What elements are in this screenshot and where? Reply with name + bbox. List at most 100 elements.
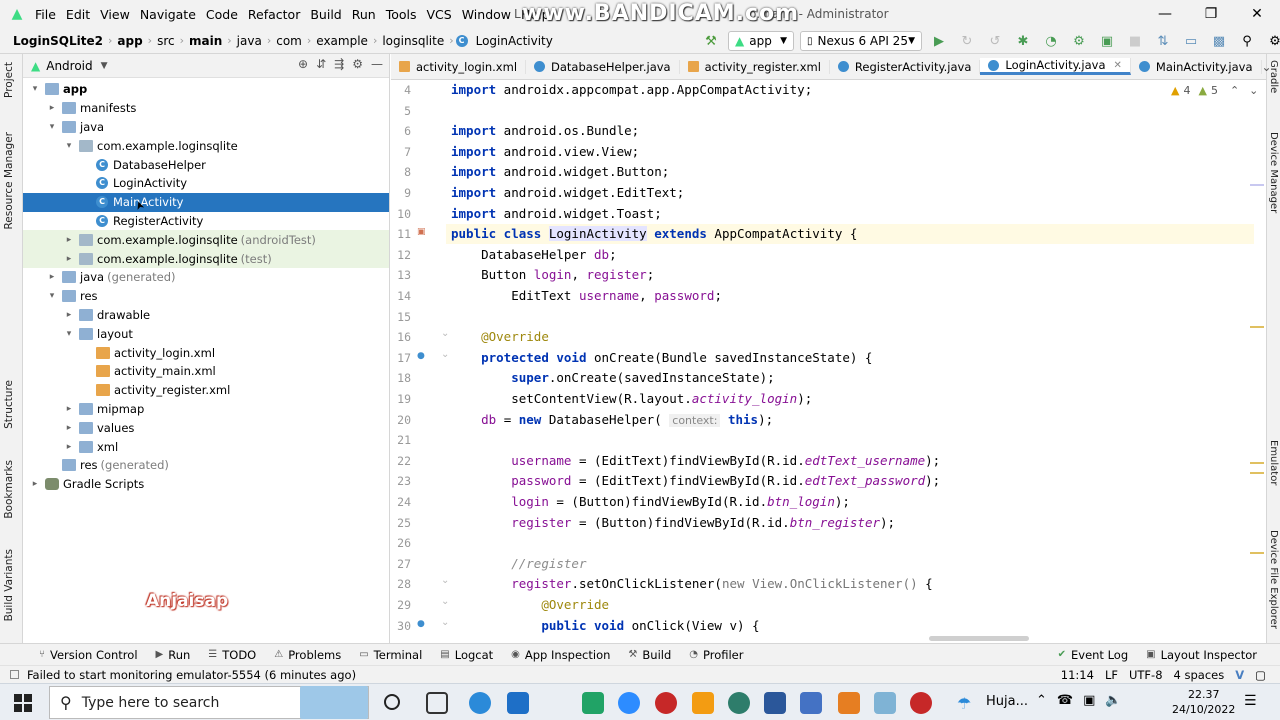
run-icon[interactable]: ▶: [928, 30, 950, 52]
chevron-down-icon[interactable]: ▼: [101, 61, 108, 71]
tree-item[interactable]: res (generated): [23, 456, 389, 475]
bottom-tool-profiler[interactable]: ◔ Profiler: [680, 648, 752, 662]
horizontal-scrollbar[interactable]: [929, 636, 1029, 641]
browser-icon[interactable]: [728, 692, 750, 714]
tree-item[interactable]: activity_main.xml: [23, 362, 389, 381]
code-style-icon[interactable]: V: [1235, 666, 1244, 684]
menu-item-vcs[interactable]: VCS: [422, 7, 457, 22]
chevron-up-icon[interactable]: ⌃: [1036, 693, 1047, 708]
tree-item[interactable]: C DatabaseHelper: [23, 155, 389, 174]
bottom-tool-build[interactable]: ⚒ Build: [619, 648, 680, 662]
breadcrumb-item[interactable]: app: [114, 34, 145, 48]
minimize-icon[interactable]: —: [1142, 0, 1188, 28]
menu-item-run[interactable]: Run: [347, 7, 381, 22]
breadcrumb-item[interactable]: LoginSQLite2: [10, 34, 106, 48]
code-line[interactable]: username = (EditText)findViewById(R.id.e…: [451, 453, 940, 468]
error-stripe-mark[interactable]: [1250, 472, 1264, 474]
profile-icon[interactable]: ◔: [1040, 30, 1062, 52]
code-line[interactable]: import android.widget.Toast;: [451, 206, 662, 221]
network-icon[interactable]: ▣: [1083, 693, 1095, 708]
expanded-arrow-icon[interactable]: ▾: [46, 291, 58, 301]
device-select[interactable]: ▯ Nexus 6 API 25 ▼: [800, 31, 922, 51]
sublime-icon[interactable]: [838, 692, 860, 714]
code-line[interactable]: public void onClick(View v) {: [451, 618, 759, 633]
menu-item-build[interactable]: Build: [305, 7, 346, 22]
code-line[interactable]: //register: [451, 556, 586, 571]
code-editor[interactable]: 4 5 6 7 8 9 10 11 ▣ 12 13 14 15 16 ⌄ 17 ● ⌄ 18 19 20 21 22 23 24…: [391, 80, 1266, 643]
breadcrumb-item[interactable]: LoginActivity: [473, 34, 556, 48]
breadcrumb-item[interactable]: example: [313, 34, 371, 48]
weather-icon[interactable]: ☂: [957, 694, 971, 713]
sync-gradle-icon[interactable]: ⇅: [1152, 30, 1174, 52]
editor-tab[interactable]: LoginActivity.java ✕: [980, 58, 1131, 75]
tree-item[interactable]: ▸ values: [23, 418, 389, 437]
code-line[interactable]: register.setOnClickListener(new View.OnC…: [451, 576, 932, 591]
tree-item[interactable]: C RegisterActivity: [23, 212, 389, 231]
code-line[interactable]: super.onCreate(savedInstanceState);: [451, 370, 774, 385]
stop-icon[interactable]: ■: [1124, 30, 1146, 52]
editor-tab[interactable]: RegisterActivity.java: [830, 59, 981, 74]
code-line[interactable]: setContentView(R.layout.activity_login);: [451, 391, 812, 406]
collapsed-arrow-icon[interactable]: ▸: [63, 442, 75, 452]
fold-marker-icon[interactable]: ⌄: [441, 617, 449, 628]
inspection-widget[interactable]: ▲ 4 ▲ 5 ⌃ ⌄: [1171, 84, 1258, 97]
device-manager-tool-tab[interactable]: Device Manager: [1268, 132, 1279, 213]
collapsed-arrow-icon[interactable]: ▸: [63, 423, 75, 433]
fold-marker-icon[interactable]: ⌄: [441, 349, 449, 360]
chevron-up-icon[interactable]: ⌃: [1230, 84, 1239, 97]
settings-icon[interactable]: ⚙: [1264, 30, 1280, 52]
debug-icon[interactable]: ✱: [1012, 30, 1034, 52]
gutter-override-icon[interactable]: ●: [417, 619, 425, 629]
task-view-icon[interactable]: [426, 692, 448, 714]
close-tab-icon[interactable]: ✕: [1114, 60, 1122, 71]
collapsed-arrow-icon[interactable]: ▸: [63, 404, 75, 414]
breadcrumb-item[interactable]: main: [186, 34, 225, 48]
event-log-button[interactable]: ✔ Event Log: [1049, 648, 1138, 662]
error-stripe-mark[interactable]: [1250, 462, 1264, 464]
record-icon[interactable]: [910, 692, 932, 714]
mail-icon[interactable]: [507, 692, 529, 714]
build-variants-tool-tab[interactable]: Build Variants: [3, 549, 15, 621]
layout-inspector-button[interactable]: ▣ Layout Inspector: [1137, 648, 1266, 662]
line-separator[interactable]: LF: [1105, 666, 1118, 684]
coverage-icon[interactable]: ▣: [1096, 30, 1118, 52]
gear-icon[interactable]: ⚙: [352, 57, 363, 71]
bandicam-icon[interactable]: [655, 692, 677, 714]
expanded-arrow-icon[interactable]: ▾: [63, 329, 75, 339]
weather-text[interactable]: Huja...: [986, 694, 1028, 709]
error-stripe-mark[interactable]: [1250, 326, 1264, 328]
maximize-icon[interactable]: ❐: [1188, 0, 1234, 28]
status-message[interactable]: Failed to start monitoring emulator-5554…: [27, 668, 356, 682]
gutter-override-icon[interactable]: ▣: [417, 227, 426, 237]
code-line[interactable]: DatabaseHelper db;: [451, 247, 617, 262]
error-stripe-mark[interactable]: [1250, 552, 1264, 554]
collapsed-arrow-icon[interactable]: ▸: [46, 272, 58, 282]
edge-icon[interactable]: [469, 692, 491, 714]
zoom-icon[interactable]: [618, 692, 640, 714]
collapsed-arrow-icon[interactable]: ▸: [63, 235, 75, 245]
menu-item-code[interactable]: Code: [201, 7, 243, 22]
menu-item-refactor[interactable]: Refactor: [243, 7, 305, 22]
word-doc-icon[interactable]: [800, 692, 822, 714]
bottom-tool-run[interactable]: ▶ Run: [147, 648, 200, 662]
editor-tab[interactable]: DatabaseHelper.java: [526, 59, 680, 74]
chevron-down-icon[interactable]: ⌄: [1262, 60, 1272, 74]
locate-icon[interactable]: ⊕: [298, 57, 308, 71]
resource-manager-tool-tab[interactable]: Resource Manager: [3, 132, 15, 230]
run-config-select[interactable]: ▲ app ▼: [728, 31, 794, 51]
code-line[interactable]: public class LoginActivity extends AppCo…: [451, 226, 857, 242]
caret-position[interactable]: 11:14: [1061, 666, 1094, 684]
app-icon[interactable]: [692, 692, 714, 714]
notifications-icon[interactable]: ☰: [1244, 693, 1257, 709]
menu-item-edit[interactable]: Edit: [61, 7, 95, 22]
code-line[interactable]: protected void onCreate(Bundle savedInst…: [451, 350, 872, 365]
tree-item[interactable]: ▸ com.example.loginsqlite (androidTest): [23, 230, 389, 250]
code-line[interactable]: import androidx.appcompat.app.AppCompatA…: [451, 82, 812, 97]
editor-tab[interactable]: activity_register.xml: [680, 59, 830, 74]
code-line[interactable]: @Override: [451, 597, 609, 612]
tree-item[interactable]: activity_register.xml: [23, 381, 389, 400]
clock[interactable]: 22.37 24/10/2022: [1172, 687, 1235, 717]
breadcrumb-item[interactable]: src: [154, 34, 178, 48]
collapse-all-icon[interactable]: ⇶: [334, 57, 344, 71]
expanded-arrow-icon[interactable]: ▾: [63, 141, 75, 151]
